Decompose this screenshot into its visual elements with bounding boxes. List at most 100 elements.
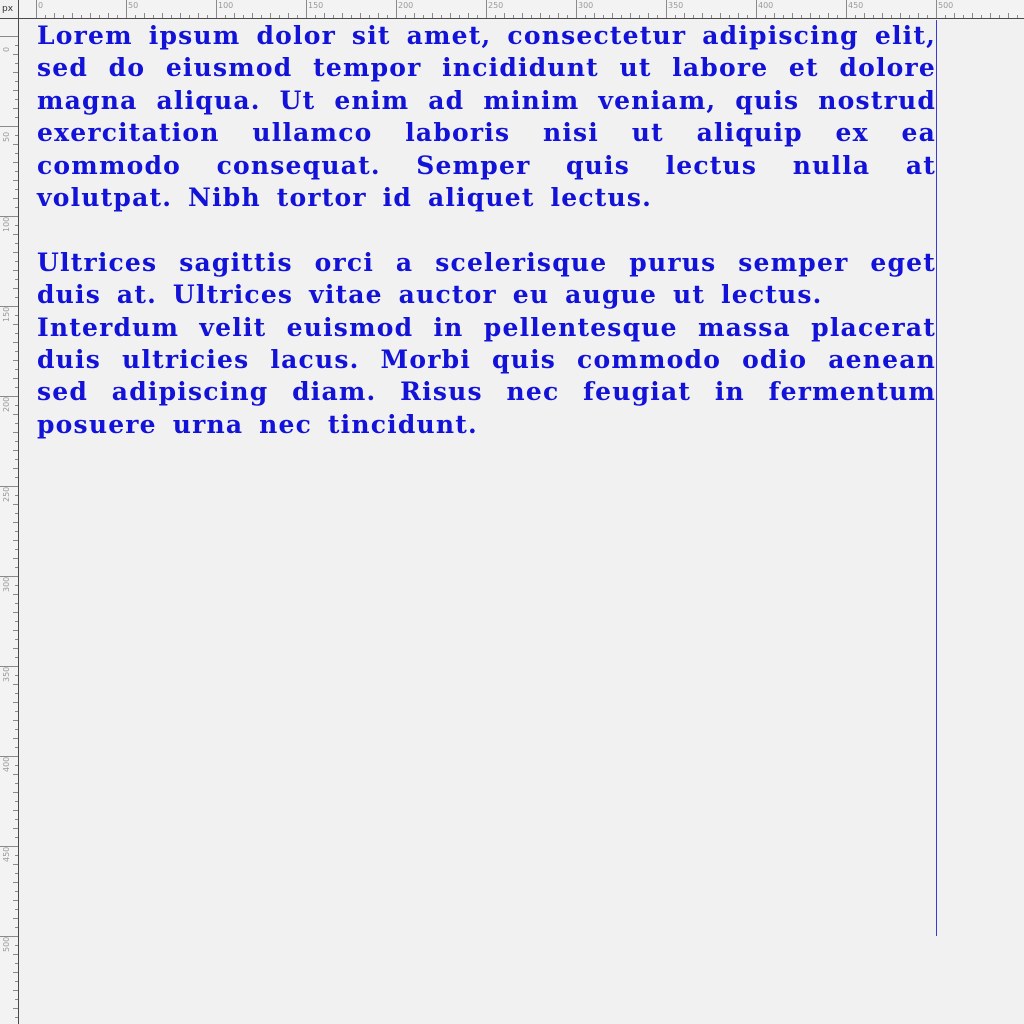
ruler-tick — [693, 15, 694, 18]
vertical-ruler[interactable]: 050100150200250300350400450500550 — [0, 19, 19, 1024]
ruler-tick — [13, 108, 18, 109]
ruler-tick — [81, 15, 82, 18]
ruler-tick — [15, 351, 18, 352]
ruler-tick — [15, 531, 18, 532]
ruler-unit-label: px — [0, 0, 19, 19]
ruler-tick — [13, 468, 18, 469]
ruler-tick — [270, 13, 271, 18]
ruler-tick — [504, 13, 505, 18]
ruler-tick — [13, 738, 18, 739]
ruler-tick — [13, 54, 18, 55]
ruler-tick — [468, 13, 469, 18]
ruler-tick — [13, 630, 18, 631]
ruler-tick — [15, 729, 18, 730]
ruler-tick — [414, 13, 415, 18]
ruler-tick — [333, 15, 334, 18]
ruler-tick — [15, 135, 18, 136]
ruler-tick — [810, 13, 811, 18]
ruler-tick — [36, 0, 37, 18]
ruler-tick — [15, 189, 18, 190]
ruler-tick — [432, 13, 433, 18]
ruler-tick — [13, 378, 18, 379]
ruler-tick — [585, 15, 586, 18]
ruler-tick — [1008, 13, 1009, 18]
ruler-tick — [513, 15, 514, 18]
ruler-tick — [54, 13, 55, 18]
ruler-tick — [423, 15, 424, 18]
ruler-tick — [666, 0, 667, 18]
ruler-tick — [738, 13, 739, 18]
document-canvas[interactable]: Lorem ipsum dolor sit amet, consectetur … — [20, 20, 1024, 1024]
ruler-tick — [216, 0, 217, 18]
ruler-label: 500 — [2, 936, 11, 952]
ruler-tick — [13, 1008, 18, 1009]
ruler-tick — [13, 702, 18, 703]
document-text[interactable]: Lorem ipsum dolor sit amet, consectetur … — [37, 20, 936, 441]
ruler-tick — [15, 63, 18, 64]
ruler-tick — [522, 13, 523, 18]
ruler-tick — [387, 15, 388, 18]
ruler-tick — [459, 15, 460, 18]
ruler-tick — [441, 15, 442, 18]
ruler-tick — [13, 612, 18, 613]
ruler-tick — [15, 963, 18, 964]
ruler-tick — [729, 15, 730, 18]
ruler-tick — [495, 15, 496, 18]
ruler-tick — [882, 13, 883, 18]
ruler-tick — [171, 15, 172, 18]
ruler-tick — [243, 15, 244, 18]
ruler-tick — [135, 15, 136, 18]
ruler-tick — [13, 774, 18, 775]
ruler-tick — [828, 13, 829, 18]
ruler-tick — [378, 13, 379, 18]
ruler-tick — [396, 0, 397, 18]
ruler-tick — [918, 13, 919, 18]
ruler-tick — [0, 126, 18, 127]
ruler-tick — [675, 15, 676, 18]
ruler-tick — [13, 900, 18, 901]
editor-window: px 0 50 100 150 200 250 300 350 400 450 500 0 50 100… — [0, 0, 1024, 1024]
ruler-tick — [108, 13, 109, 18]
ruler-label: 350 — [668, 1, 684, 10]
ruler-tick — [477, 15, 478, 18]
ruler-tick — [15, 297, 18, 298]
right-margin-guide[interactable] — [936, 20, 937, 936]
ruler-tick — [15, 549, 18, 550]
ruler-tick — [15, 873, 18, 874]
ruler-tick — [126, 0, 127, 18]
ruler-tick — [15, 891, 18, 892]
ruler-tick — [13, 990, 18, 991]
ruler-tick — [13, 180, 18, 181]
ruler-tick — [90, 13, 91, 18]
ruler-tick — [15, 243, 18, 244]
ruler-tick — [13, 234, 18, 235]
ruler-tick — [117, 15, 118, 18]
ruler-tick — [981, 15, 982, 18]
ruler-tick — [15, 279, 18, 280]
ruler-tick — [279, 15, 280, 18]
ruler-tick — [450, 13, 451, 18]
ruler-tick — [13, 288, 18, 289]
ruler-tick — [369, 15, 370, 18]
ruler-tick — [351, 15, 352, 18]
ruler-tick — [261, 15, 262, 18]
ruler-tick — [945, 15, 946, 18]
ruler-tick — [13, 918, 18, 919]
ruler-tick — [909, 15, 910, 18]
paragraph-2: Ultrices sagittis orci a scelerisque pur… — [37, 247, 936, 310]
ruler-tick — [162, 13, 163, 18]
ruler-tick — [13, 504, 18, 505]
ruler-tick — [297, 15, 298, 18]
ruler-tick — [15, 999, 18, 1000]
ruler-label: 150 — [2, 306, 11, 322]
ruler-label: 50 — [2, 131, 11, 142]
ruler-tick — [864, 13, 865, 18]
ruler-tick — [15, 99, 18, 100]
ruler-label: 350 — [2, 666, 11, 682]
ruler-tick — [13, 162, 18, 163]
horizontal-ruler[interactable]: 0 50 100 150 200 250 300 350 400 450 500 — [19, 0, 1024, 19]
ruler-label: 250 — [488, 1, 504, 10]
ruler-label: 400 — [2, 756, 11, 772]
ruler-tick — [15, 927, 18, 928]
ruler-tick — [360, 13, 361, 18]
